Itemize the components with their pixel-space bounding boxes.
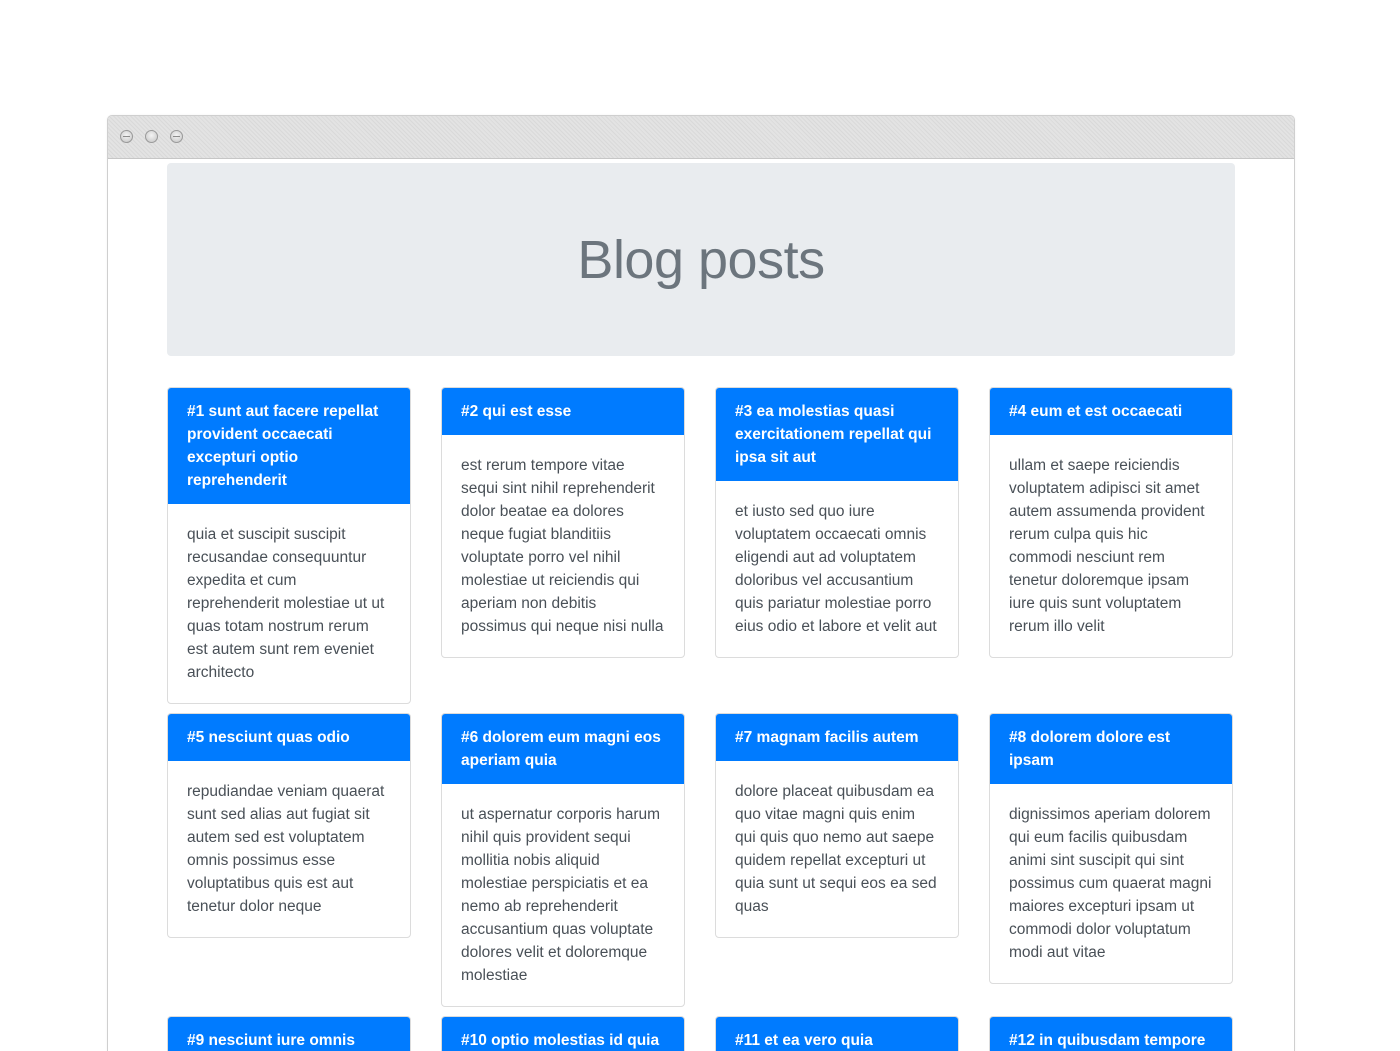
close-window-icon[interactable] xyxy=(120,130,133,143)
post-body: ullam et saepe reiciendis voluptatem adi… xyxy=(1009,457,1205,635)
post-card-10: #10 optio molestias id quia xyxy=(441,1016,685,1051)
jumbotron: Blog posts xyxy=(167,163,1235,356)
zoom-window-icon[interactable] xyxy=(170,130,183,143)
post-card-6: #6 dolorem eum magni eos aperiam quia ut… xyxy=(441,713,685,1007)
post-title: #7 magnam facilis autem xyxy=(716,714,958,761)
minimize-window-icon[interactable] xyxy=(145,130,158,143)
page-content: Blog posts #1 sunt aut facere repellat p… xyxy=(108,159,1294,1051)
post-body: est rerum tempore vitae sequi sint nihil… xyxy=(461,457,664,635)
post-body: repudiandae veniam quaerat sunt sed alia… xyxy=(187,783,385,915)
post-body: dignissimos aperiam dolorem qui eum faci… xyxy=(1009,806,1212,961)
post-card-9: #9 nesciunt iure omnis xyxy=(167,1016,411,1051)
post-title: #3 ea molestias quasi exercitationem rep… xyxy=(716,388,958,481)
post-title: #6 dolorem eum magni eos aperiam quia xyxy=(442,714,684,784)
post-card-11: #11 et ea vero quia xyxy=(715,1016,959,1051)
post-body: quia et suscipit suscipit recusandae con… xyxy=(187,526,385,681)
post-body: ut aspernatur corporis harum nihil quis … xyxy=(461,806,661,984)
post-title: #10 optio molestias id quia xyxy=(442,1017,684,1051)
post-title: #11 et ea vero quia xyxy=(716,1017,958,1051)
post-card-4: #4 eum et est occaecati ullam et saepe r… xyxy=(989,387,1233,658)
post-title: #12 in quibusdam tempore xyxy=(990,1017,1232,1051)
post-card-5: #5 nesciunt quas odio repudiandae veniam… xyxy=(167,713,411,938)
browser-window: Blog posts #1 sunt aut facere repellat p… xyxy=(107,115,1295,1051)
post-title: #2 qui est esse xyxy=(442,388,684,435)
post-title: #1 sunt aut facere repellat provident oc… xyxy=(168,388,410,504)
page-title: Blog posts xyxy=(577,229,825,290)
post-title: #9 nesciunt iure omnis xyxy=(168,1017,410,1051)
post-card-12: #12 in quibusdam tempore xyxy=(989,1016,1233,1051)
post-body: et iusto sed quo iure voluptatem occaeca… xyxy=(735,503,937,635)
window-titlebar xyxy=(108,116,1294,159)
post-card-1: #1 sunt aut facere repellat provident oc… xyxy=(167,387,411,704)
post-card-2: #2 qui est esse est rerum tempore vitae … xyxy=(441,387,685,658)
post-body: dolore placeat quibusdam ea quo vitae ma… xyxy=(735,783,937,915)
post-title: #4 eum et est occaecati xyxy=(990,388,1232,435)
post-card-7: #7 magnam facilis autem dolore placeat q… xyxy=(715,713,959,938)
post-title: #5 nesciunt quas odio xyxy=(168,714,410,761)
post-card-3: #3 ea molestias quasi exercitationem rep… xyxy=(715,387,959,658)
post-title: #8 dolorem dolore est ipsam xyxy=(990,714,1232,784)
post-card-8: #8 dolorem dolore est ipsam dignissimos … xyxy=(989,713,1233,984)
